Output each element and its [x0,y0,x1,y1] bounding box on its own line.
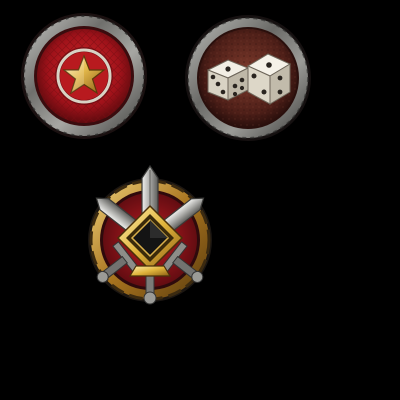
star-medallion-icon[interactable] [18,10,150,142]
dice-medallion-icon[interactable] [182,12,314,144]
crossed-swords-medallion-icon[interactable] [82,162,218,312]
icon-sheet [0,0,400,400]
